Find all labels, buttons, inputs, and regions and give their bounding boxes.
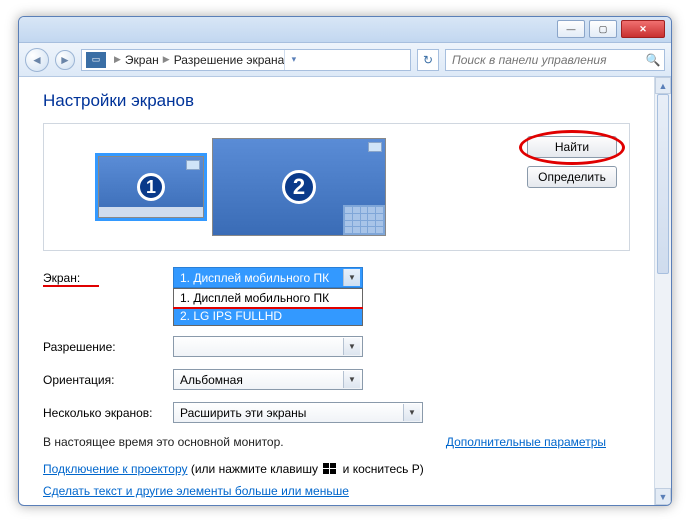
label-screen: Экран:: [43, 271, 173, 285]
label-orientation: Ориентация:: [43, 373, 173, 387]
monitor-2-number: 2: [282, 170, 316, 204]
chevron-down-icon: ▼: [343, 338, 360, 355]
row-multi-displays: Несколько экранов: Расширить эти экраны …: [43, 402, 630, 423]
monitor-2[interactable]: 2: [212, 138, 386, 236]
address-bar[interactable]: ▭ ▶ Экран ▶ Разрешение экрана ▾: [81, 49, 411, 71]
chevron-down-icon: ▼: [403, 404, 420, 421]
dropdown-option-2[interactable]: 2. LG IPS FULLHD: [174, 307, 362, 325]
breadcrumb-resolution[interactable]: Разрешение экрана: [174, 53, 285, 67]
dropdown-screen-value: 1. Дисплей мобильного ПК: [180, 271, 329, 285]
grid-icon: [343, 205, 385, 235]
monitor-preview-box: 1 2: [43, 123, 630, 251]
bottom-links: Подключение к проектору (или нажмите кла…: [43, 459, 630, 502]
chevron-down-icon: ▼: [343, 269, 360, 286]
projector-hint-b: и коснитесь P): [339, 462, 423, 476]
titlebar: — ▢ ✕: [19, 17, 671, 43]
dropdown-screen[interactable]: 1. Дисплей мобильного ПК ▼ 1. Дисплей мо…: [173, 267, 363, 288]
search-icon[interactable]: 🔍: [642, 53, 664, 67]
label-resolution: Разрешение:: [43, 340, 173, 354]
dropdown-orientation[interactable]: Альбомная ▼: [173, 369, 363, 390]
row-resolution: Разрешение: ▼: [43, 336, 630, 357]
control-panel-window: — ▢ ✕ ◄ ► ▭ ▶ Экран ▶ Разрешение экрана …: [18, 16, 672, 506]
window-icon: [186, 160, 200, 170]
projector-hint-a: (или нажмите клавишу: [188, 462, 322, 476]
vertical-scrollbar[interactable]: ▲ ▼: [654, 77, 671, 505]
scroll-up-button[interactable]: ▲: [655, 77, 671, 94]
window-icon: [368, 142, 382, 152]
text-size-link[interactable]: Сделать текст и другие элементы больше и…: [43, 484, 349, 498]
scroll-track[interactable]: [655, 94, 671, 488]
identify-button[interactable]: Определить: [527, 166, 617, 188]
primary-monitor-text: В настоящее время это основной монитор.: [43, 435, 284, 449]
dropdown-option-1[interactable]: 1. Дисплей мобильного ПК: [174, 289, 362, 307]
navigation-bar: ◄ ► ▭ ▶ Экран ▶ Разрешение экрана ▾ ↻ 🔍: [19, 43, 671, 77]
dropdown-multi-displays[interactable]: Расширить эти экраны ▼: [173, 402, 423, 423]
annotation-underline: [173, 307, 363, 309]
chevron-down-icon: ▼: [343, 371, 360, 388]
maximize-button[interactable]: ▢: [589, 20, 617, 38]
primary-monitor-info: В настоящее время это основной монитор. …: [43, 435, 630, 449]
refresh-button[interactable]: ↻: [417, 49, 439, 71]
monitor-1[interactable]: 1: [98, 156, 204, 218]
address-dropdown[interactable]: ▾: [284, 50, 302, 70]
dropdown-multi-value: Расширить эти экраны: [180, 406, 306, 420]
chevron-right-icon: ▶: [163, 54, 170, 65]
close-button[interactable]: ✕: [621, 20, 665, 38]
row-orientation: Ориентация: Альбомная ▼: [43, 369, 630, 390]
preview-side-buttons: Найти Определить: [527, 136, 617, 188]
display-icon: ▭: [86, 52, 106, 68]
forward-button[interactable]: ►: [55, 50, 75, 70]
find-button[interactable]: Найти: [527, 136, 617, 158]
monitor-1-number: 1: [137, 173, 165, 201]
windows-key-icon: [323, 461, 337, 473]
label-multi-displays: Несколько экранов:: [43, 406, 173, 420]
back-button[interactable]: ◄: [25, 48, 49, 72]
search-bar: 🔍: [445, 49, 665, 71]
page-title: Настройки экранов: [43, 91, 630, 111]
row-screen: Экран: 1. Дисплей мобильного ПК ▼ 1. Дис…: [43, 267, 630, 288]
client-area: Настройки экранов 1 2: [19, 77, 671, 505]
minimize-button[interactable]: —: [557, 20, 585, 38]
projector-link[interactable]: Подключение к проектору: [43, 462, 188, 476]
advanced-settings-link[interactable]: Дополнительные параметры: [446, 435, 606, 449]
taskbar-icon: [99, 207, 203, 217]
content-pane: Настройки экранов 1 2: [19, 77, 654, 505]
dropdown-orientation-value: Альбомная: [180, 373, 243, 387]
dropdown-resolution[interactable]: ▼: [173, 336, 363, 357]
annotation-underline: [43, 285, 99, 287]
chevron-right-icon: ▶: [114, 54, 121, 65]
scroll-thumb[interactable]: [657, 94, 669, 274]
scroll-down-button[interactable]: ▼: [655, 488, 671, 505]
search-input[interactable]: [446, 53, 642, 67]
breadcrumb-display[interactable]: Экран: [125, 53, 159, 67]
